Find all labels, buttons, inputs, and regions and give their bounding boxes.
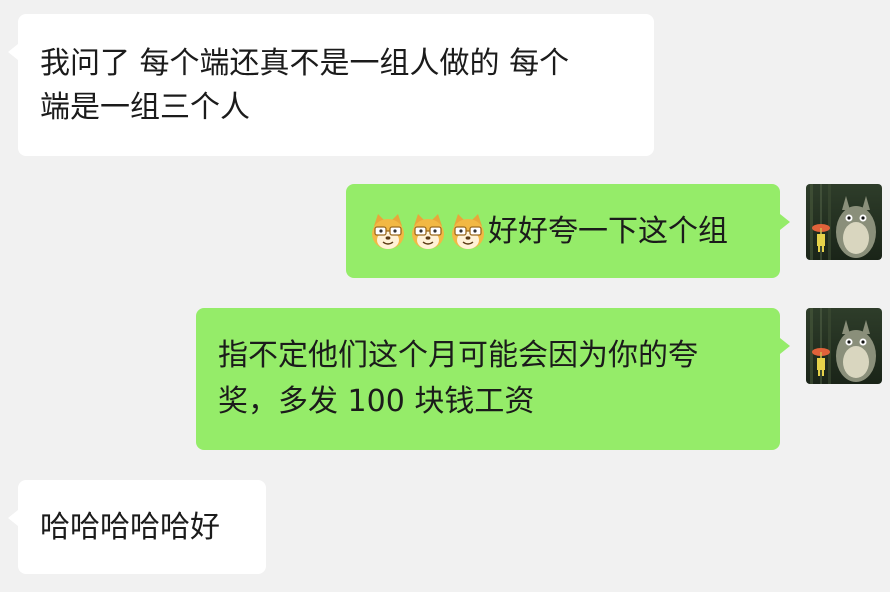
- avatar-image: [806, 184, 882, 260]
- cat-doge-emoji: [372, 214, 404, 249]
- cat-doge-emoji: [452, 214, 484, 249]
- message-bubble-incoming[interactable]: 哈哈哈哈哈好: [18, 480, 266, 574]
- bubble-tail: [8, 44, 18, 60]
- emoji-row: 好好夸一下这个组: [368, 210, 728, 254]
- message-text: 好好夸一下这个组: [488, 214, 728, 249]
- totoro-avatar[interactable]: [806, 184, 882, 260]
- avatar-image: [806, 308, 882, 384]
- message-bubble-outgoing[interactable]: 指不定他们这个月可能会因为你的夸 奖，多发 100 块钱工资: [196, 308, 780, 450]
- message-text-line: 奖，多发 100 块钱工资: [218, 384, 535, 419]
- message-text-line: 我问了 每个端还真不是一组人做的 每个: [40, 46, 570, 81]
- message-bubble-outgoing[interactable]: 好好夸一下这个组: [346, 184, 780, 278]
- message-text-line: 端是一组三个人: [40, 90, 250, 125]
- cat-doge-emoji: [412, 214, 444, 249]
- bubble-tail: [8, 510, 18, 526]
- message-bubble-incoming[interactable]: 我问了 每个端还真不是一组人做的 每个 端是一组三个人: [18, 14, 654, 156]
- message-text: 哈哈哈哈哈好: [40, 510, 220, 545]
- totoro-avatar[interactable]: [806, 308, 882, 384]
- message-text-line: 指不定他们这个月可能会因为你的夸: [218, 338, 698, 373]
- bubble-tail: [780, 338, 790, 354]
- bubble-tail: [780, 214, 790, 230]
